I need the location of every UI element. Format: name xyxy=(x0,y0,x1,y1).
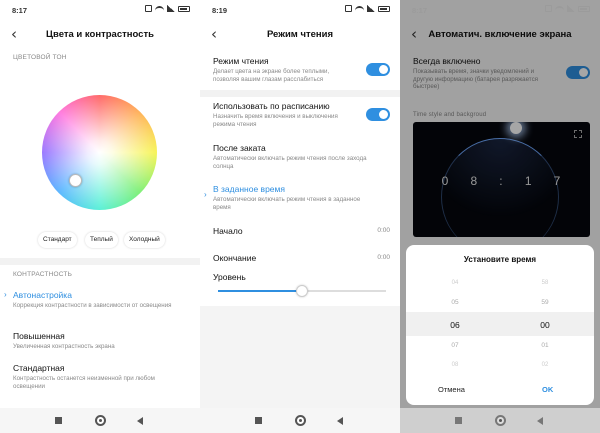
home-icon[interactable] xyxy=(495,415,506,426)
ok-button[interactable]: OK xyxy=(542,385,553,394)
page-title: Цвета и контрастность xyxy=(46,29,154,40)
nav-bar xyxy=(400,408,600,433)
section-divider xyxy=(200,90,400,97)
reading-mode-toggle[interactable] xyxy=(366,63,390,76)
status-icons xyxy=(145,5,190,12)
always-on-display-screen: 8:17 ‹ Автоматич. включение экрана Всегд… xyxy=(400,0,600,433)
contrast-option-standard[interactable]: Стандартная Контрастность останется неиз… xyxy=(13,363,183,390)
nav-bar xyxy=(0,408,200,433)
minute-option[interactable]: 59 xyxy=(500,299,590,306)
chip-warm[interactable]: Теплый xyxy=(85,232,118,248)
app-header: ‹ Цвета и контрастность xyxy=(0,24,200,46)
home-icon[interactable] xyxy=(295,415,306,426)
reading-mode-row[interactable]: Режим чтения Делает цвета на экране боле… xyxy=(213,56,353,83)
minute-option[interactable]: 58 xyxy=(500,280,590,286)
level-slider-fill xyxy=(218,290,302,292)
level-slider-thumb[interactable] xyxy=(296,285,308,297)
level-slider[interactable] xyxy=(218,285,386,297)
option-title: Стандартная xyxy=(13,363,65,373)
after-sunset-option[interactable]: После заката Автоматически включать режи… xyxy=(213,143,368,170)
recents-icon[interactable] xyxy=(255,417,262,424)
back-nav-icon[interactable] xyxy=(337,417,343,425)
minute-selected[interactable]: 00 xyxy=(500,320,590,330)
reading-mode-screen: 8:19 ‹ Режим чтения Режим чтения Делает … xyxy=(200,0,400,433)
signal-icon xyxy=(367,5,375,12)
home-icon[interactable] xyxy=(95,415,106,426)
back-nav-icon[interactable] xyxy=(537,417,543,425)
status-time: 8:19 xyxy=(212,6,228,15)
empty-area xyxy=(200,306,400,408)
selected-chevron-icon: › xyxy=(4,290,7,299)
battery-icon xyxy=(178,5,190,12)
row-title: Уровень xyxy=(213,272,246,282)
contrast-section-label: КОНТРАСТНОСТЬ xyxy=(13,271,73,278)
wifi-icon xyxy=(155,5,164,12)
chip-standard[interactable]: Стандарт xyxy=(38,232,77,248)
notification-icon xyxy=(345,5,352,12)
hour-option[interactable]: 07 xyxy=(410,342,500,349)
contrast-option-high[interactable]: Повышенная Увеличенная контрастность экр… xyxy=(13,331,183,351)
notification-icon xyxy=(145,5,152,12)
row-title: Начало xyxy=(213,226,243,236)
minute-option[interactable]: 01 xyxy=(500,342,590,349)
hour-selected[interactable]: 06 xyxy=(410,320,500,330)
dialog-title: Установите время xyxy=(463,255,537,264)
end-time-row[interactable]: Окончание xyxy=(213,253,383,263)
row-title: Режим чтения xyxy=(213,56,269,66)
cancel-button[interactable]: Отмена xyxy=(438,385,465,394)
contrast-option-auto[interactable]: Автонастройка Коррекция контрастности в … xyxy=(13,290,183,310)
level-row: Уровень xyxy=(213,272,383,282)
screens-strip: 8:17 ‹ Цвета и контрастность ЦВЕТОВОЙ ТО… xyxy=(0,0,600,433)
start-time-row[interactable]: Начало xyxy=(213,226,383,236)
option-title: Повышенная xyxy=(13,331,65,341)
row-desc: Назначить время включения и выключения р… xyxy=(213,113,338,128)
section-divider xyxy=(0,258,200,265)
recents-icon[interactable] xyxy=(55,417,62,424)
custom-time-option[interactable]: В заданное время Автоматически включать … xyxy=(213,184,368,211)
end-time-value: 0:00 xyxy=(377,254,390,261)
status-bar: 8:19 xyxy=(200,0,400,20)
row-title: После заката xyxy=(213,143,266,153)
row-desc: Автоматически включать режим чтения в за… xyxy=(213,196,361,211)
wifi-icon xyxy=(355,5,364,12)
status-time: 8:17 xyxy=(12,6,28,15)
row-title: В заданное время xyxy=(213,184,285,194)
back-nav-icon[interactable] xyxy=(137,417,143,425)
hour-option[interactable]: 04 xyxy=(410,280,500,286)
nav-bar xyxy=(200,408,400,433)
page-title: Режим чтения xyxy=(266,29,334,40)
tone-section-label: ЦВЕТОВОЙ ТОН xyxy=(13,54,67,61)
option-desc: Увеличенная контрастность экрана xyxy=(13,343,115,350)
colors-contrast-screen: 8:17 ‹ Цвета и контрастность ЦВЕТОВОЙ ТО… xyxy=(0,0,200,433)
color-wheel-handle[interactable] xyxy=(69,174,82,187)
hour-option[interactable]: 05 xyxy=(410,299,500,306)
chip-cold[interactable]: Холодный xyxy=(124,232,165,248)
row-title: Окончание xyxy=(213,253,257,263)
status-icons xyxy=(345,5,390,12)
row-desc: Делает цвета на экране более теплыми, по… xyxy=(213,68,330,83)
row-title: Использовать по расписанию xyxy=(213,101,330,111)
signal-icon xyxy=(167,5,175,12)
battery-icon xyxy=(378,5,390,12)
color-wheel[interactable] xyxy=(42,95,157,210)
schedule-toggle[interactable] xyxy=(366,108,390,121)
app-header: ‹ Режим чтения xyxy=(200,24,400,46)
option-title: Автонастройка xyxy=(13,290,72,300)
minute-option[interactable]: 02 xyxy=(500,362,590,368)
status-bar: 8:17 xyxy=(0,0,200,20)
option-desc: Коррекция контрастности в зависимости от… xyxy=(13,302,172,309)
selected-chevron-icon: › xyxy=(204,190,207,199)
hour-option[interactable]: 08 xyxy=(410,362,500,368)
time-picker-dialog: Установите время 04 05 06 07 08 58 59 00… xyxy=(406,245,594,405)
option-desc: Контрастность останется неизменной при л… xyxy=(13,375,155,390)
row-desc: Автоматически включать режим чтения посл… xyxy=(213,155,367,170)
start-time-value: 0:00 xyxy=(377,227,390,234)
schedule-row[interactable]: Использовать по расписанию Назначить вре… xyxy=(213,101,353,128)
recents-icon[interactable] xyxy=(455,417,462,424)
